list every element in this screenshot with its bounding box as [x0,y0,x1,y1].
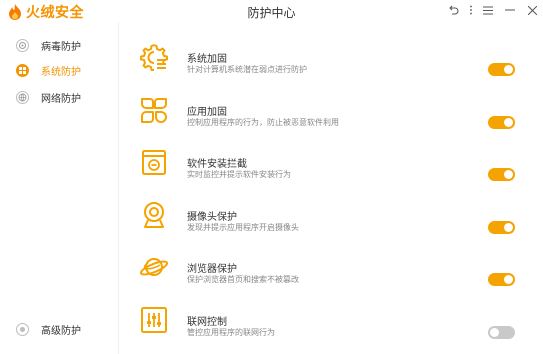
menu-button[interactable] [477,0,499,20]
sidebar: 病毒防护 系统防护 网络防护 高级防护 [0,22,118,354]
more-dots-icon [469,5,473,15]
camera-protection-toggle[interactable] [488,221,515,234]
feature-title: 浏览器保护 [187,264,237,275]
globe-icon [16,90,29,104]
windows-icon [16,63,29,77]
list-item: 联网控制 管控应用程序的联网行为 [119,295,543,347]
minimize-button[interactable] [499,0,521,20]
network-control-icon [139,305,169,335]
list-item: 软件安装拦截 实时监控并提示软件安装行为 [119,137,543,189]
install-block-icon [139,147,169,177]
sidebar-item-network-protection[interactable]: 网络防护 [16,88,81,106]
toggle-knob [504,170,513,179]
back-arrow-icon [449,5,459,15]
more-menu-button[interactable] [465,0,477,20]
toggle-knob [504,118,513,127]
toggle-knob [504,65,513,74]
browser-protection-toggle[interactable] [488,273,515,286]
back-button[interactable] [443,0,465,20]
feature-title: 系统加固 [187,54,227,65]
feature-description: 管控应用程序的联网行为 [187,328,275,337]
network-control-toggle[interactable] [488,326,515,339]
sidebar-item-virus-protection[interactable]: 病毒防护 [16,36,81,54]
list-item: 浏览器保护 保护浏览器首页和搜索不被篡改 [119,242,543,294]
sidebar-item-label: 系统防护 [41,66,81,78]
advanced-icon [16,322,29,336]
list-item: 应用加固 控制应用程序的行为，防止被恶意软件利用 [119,85,543,137]
feature-title: 应用加固 [187,107,227,118]
close-button[interactable] [521,0,543,20]
close-icon [527,5,537,15]
sidebar-item-label: 网络防护 [41,93,81,105]
feature-title: 摄像头保护 [187,212,237,223]
toggle-knob [504,275,513,284]
menu-lines-icon [483,6,493,15]
app-harden-toggle[interactable] [488,116,515,129]
toggle-knob [504,223,513,232]
system-harden-toggle[interactable] [488,63,515,76]
feature-description: 针对计算机系统潜在弱点进行防护 [187,65,307,74]
sidebar-item-label: 病毒防护 [41,41,81,53]
target-icon [16,38,29,52]
minimize-icon [505,9,515,11]
window-controls [443,0,543,20]
sidebar-item-system-protection[interactable]: 系统防护 [16,61,81,79]
system-harden-icon [139,42,169,72]
feature-description: 发现并提示应用程序开启摄像头 [187,223,299,232]
sidebar-item-label: 高级防护 [41,325,81,337]
feature-description: 实时监控并提示软件安装行为 [187,170,291,179]
camera-icon [139,200,169,230]
browser-planet-icon [139,252,169,282]
feature-description: 控制应用程序的行为，防止被恶意软件利用 [187,118,339,127]
title-bar: 火绒安全 防护中心 [0,0,543,22]
toggle-knob [490,328,499,337]
sidebar-item-advanced-protection[interactable]: 高级防护 [16,320,81,338]
feature-title: 软件安装拦截 [187,159,247,170]
feature-description: 保护浏览器首页和搜索不被篡改 [187,275,299,284]
feature-list: 系统加固 针对计算机系统潜在弱点进行防护 应用加固 控制应用程序的行为，防止被恶… [119,22,543,354]
install-block-toggle[interactable] [488,168,515,181]
list-item: 系统加固 针对计算机系统潜在弱点进行防护 [119,32,543,84]
app-harden-icon [139,95,169,125]
list-item: 摄像头保护 发现并提示应用程序开启摄像头 [119,190,543,242]
feature-title: 联网控制 [187,317,227,328]
